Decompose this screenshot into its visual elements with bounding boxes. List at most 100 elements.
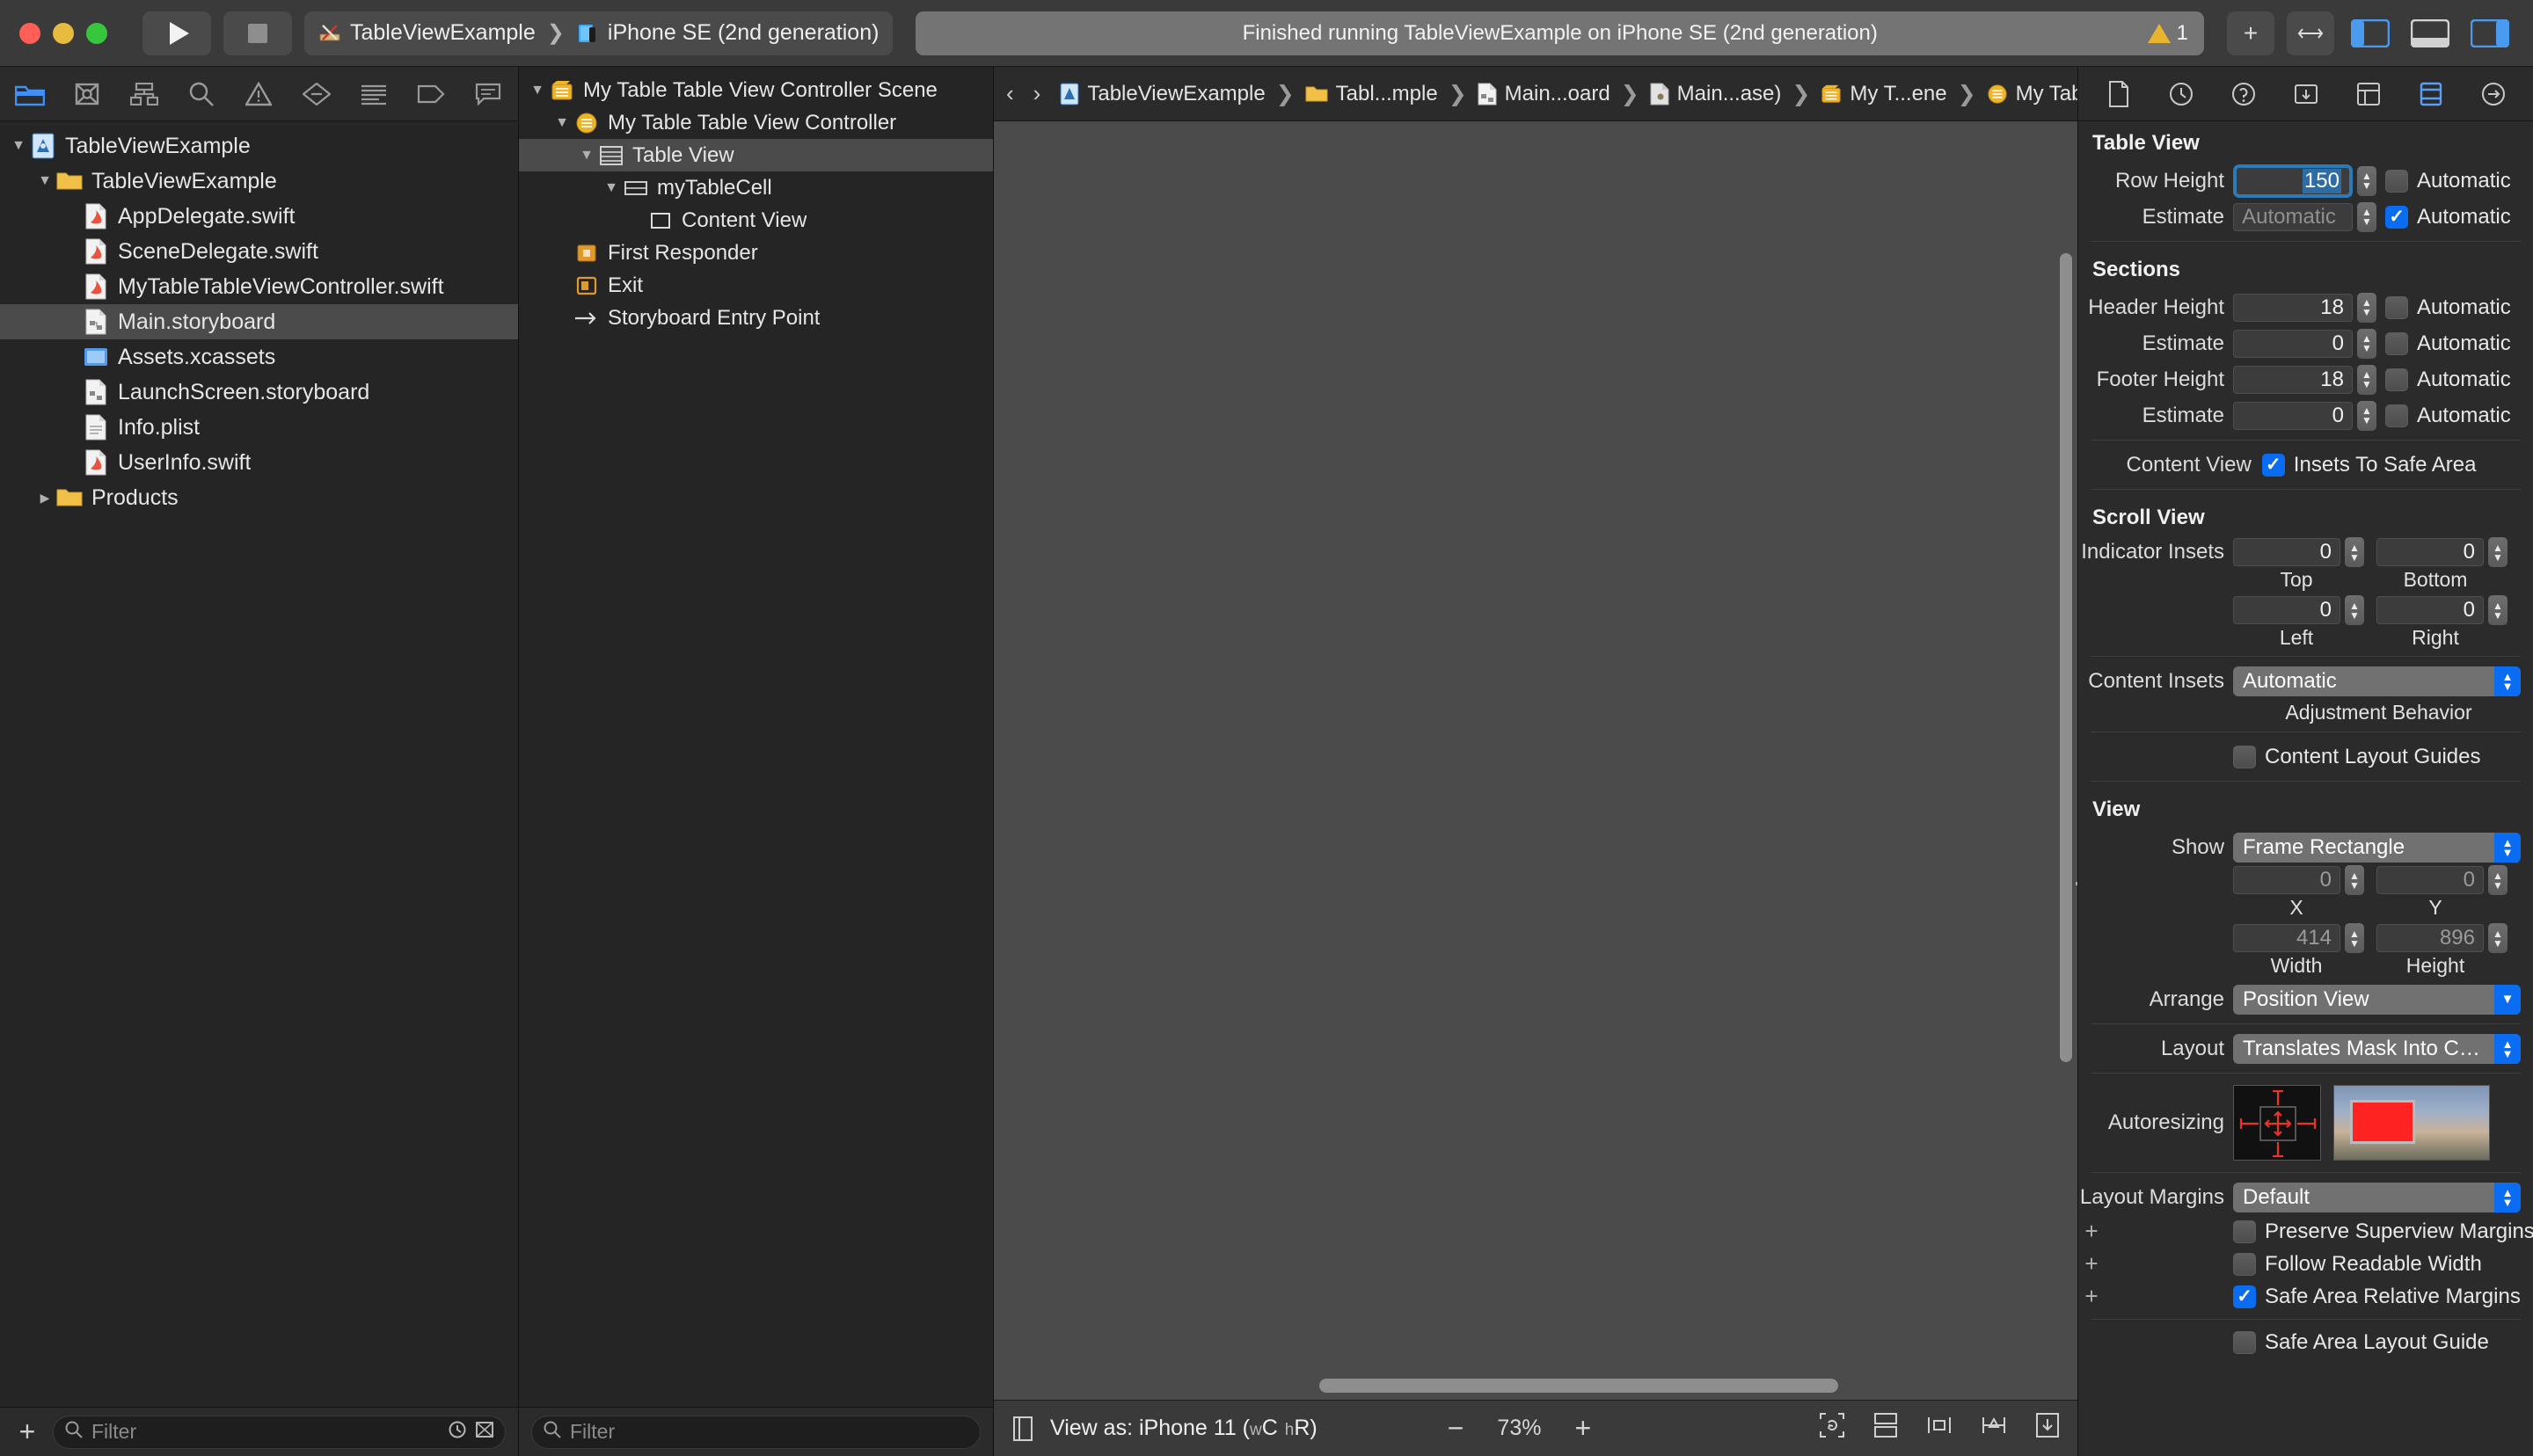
row-height-stepper[interactable]: ▲ ▼ [2357, 165, 2376, 196]
indicator-top-input[interactable]: 0 [2233, 538, 2340, 566]
tree-row-file[interactable]: AppDelegate.swift [0, 199, 518, 234]
canvas-hscroll-thumb[interactable] [1319, 1379, 1838, 1393]
outline-row-contentview[interactable]: Content View [519, 204, 993, 237]
header-height-automatic-wrap[interactable]: Automatic [2385, 295, 2511, 320]
zoom-out-button[interactable]: − [1448, 1412, 1464, 1445]
nav-tab-tags[interactable] [414, 77, 449, 111]
outline-row-scene[interactable]: ▼ My Table Table View Controller Scene [519, 74, 993, 106]
disclosure-triangle-icon[interactable]: ▼ [551, 115, 573, 131]
safe-area-layout-guide-checkbox[interactable] [2233, 1330, 2256, 1354]
outline-row-exit[interactable]: Exit [519, 269, 993, 302]
preserve-superview-margins-checkbox[interactable] [2233, 1219, 2256, 1243]
breadcrumb-item-3[interactable]: Main...ase) [1650, 82, 1781, 106]
outline-row-cell[interactable]: ▼ myTableCell [519, 171, 993, 204]
breadcrumb-item-5[interactable]: My Table Table View Controller [1987, 82, 2077, 106]
breadcrumb-item-0[interactable]: TableViewExample [1060, 82, 1266, 106]
add-constraint-plus-icon[interactable]: + [2078, 1218, 2105, 1245]
disclosure-triangle-icon[interactable]: ▼ [575, 148, 598, 164]
nav-tab-project[interactable] [12, 77, 47, 111]
frame-width-input[interactable]: 414 [2233, 924, 2340, 952]
footer-height-stepper[interactable]: ▲ ▼ [2357, 364, 2376, 395]
project-file-tree[interactable]: ▼ TableViewExample ▼ TableViewExample Ap… [0, 121, 518, 1407]
header-estimate-input[interactable]: 0 [2233, 329, 2353, 358]
row-height-input[interactable]: 150 [2233, 164, 2353, 198]
indicator-bottom-stepper[interactable]: ▲ ▼ [2488, 537, 2507, 567]
add-editor-button[interactable]: + [2227, 11, 2274, 55]
footer-estimate-automatic-wrap[interactable]: Automatic [2385, 404, 2511, 428]
add-file-button[interactable]: + [12, 1416, 42, 1448]
device-variants-button[interactable] [1011, 1416, 1034, 1442]
estimate-input[interactable]: Automatic [2233, 202, 2353, 231]
breadcrumb-item-1[interactable]: Tabl...mple [1305, 82, 1438, 106]
indicator-right-input[interactable]: 0 [2376, 596, 2484, 624]
inspector-tab-help[interactable] [2226, 77, 2261, 111]
frame-x-input[interactable]: 0 [2233, 866, 2340, 894]
header-height-automatic-checkbox[interactable] [2385, 295, 2408, 319]
footer-estimate-stepper[interactable]: ▲ ▼ [2357, 400, 2376, 431]
frame-height-stepper[interactable]: ▲ ▼ [2488, 923, 2507, 953]
add-constraint-plus-icon[interactable]: + [2078, 1250, 2105, 1278]
toggle-navigator-button[interactable] [2347, 11, 2394, 55]
frame-x-stepper[interactable]: ▲ ▼ [2345, 865, 2364, 895]
toggle-debug-area-button[interactable] [2406, 11, 2454, 55]
recent-files-icon[interactable] [448, 1420, 467, 1445]
row-height-automatic-checkbox-wrap[interactable]: Automatic [2385, 169, 2511, 193]
nav-tab-find[interactable] [185, 77, 219, 111]
indicator-left-input[interactable]: 0 [2233, 596, 2340, 624]
outline-row-entry-point[interactable]: Storyboard Entry Point [519, 302, 993, 334]
insets-to-safe-area-checkbox[interactable] [2261, 453, 2285, 477]
inspector-tab-size[interactable] [2413, 77, 2449, 111]
disclosure-triangle-icon[interactable]: ▼ [33, 173, 56, 189]
stop-button[interactable] [223, 11, 292, 55]
add-constraint-plus-icon[interactable]: + [2078, 1283, 2105, 1310]
show-popup[interactable]: Frame Rectangle ▲ ▼ [2233, 832, 2521, 863]
tree-row-file[interactable]: UserInfo.swift [0, 445, 518, 480]
header-estimate-stepper[interactable]: ▲ ▼ [2357, 328, 2376, 359]
nav-tab-comments[interactable] [471, 77, 506, 111]
estimate-automatic-checkbox-wrap[interactable]: Automatic [2385, 205, 2511, 229]
footer-estimate-automatic-checkbox[interactable] [2385, 404, 2408, 427]
view-as-label[interactable]: View as: iPhone 11 (wC hR) [1050, 1416, 1318, 1441]
layout-margins-popup[interactable]: Default ▲ ▼ [2233, 1182, 2521, 1212]
tree-row-file[interactable]: Info.plist [0, 410, 518, 445]
content-layout-guides-checkbox[interactable] [2233, 745, 2256, 768]
tree-row-file[interactable]: MyTableTableViewController.swift [0, 269, 518, 304]
disclosure-triangle-icon[interactable]: ▼ [526, 83, 549, 98]
follow-readable-width-checkbox[interactable] [2233, 1252, 2256, 1276]
warning-indicator[interactable]: 1 [2147, 21, 2188, 46]
nav-tab-source-control[interactable] [69, 77, 104, 111]
outline-filter-field[interactable]: Filter [531, 1415, 981, 1449]
disclosure-triangle-icon[interactable]: ▶ [33, 491, 56, 506]
add-constraints-button[interactable] [1981, 1412, 2007, 1445]
frame-height-input[interactable]: 896 [2376, 924, 2484, 952]
canvas-horizontal-scrollbar[interactable] [994, 1379, 2077, 1393]
header-estimate-automatic-wrap[interactable]: Automatic [2385, 331, 2511, 356]
content-insets-popup[interactable]: Automatic ▲ ▼ [2233, 666, 2521, 696]
tree-row-group[interactable]: ▼ TableViewExample [0, 164, 518, 199]
canvas-vertical-scrollbar[interactable] [2060, 253, 2072, 1062]
storyboard-canvas[interactable]: 9:41 PROTOTYPE CELLS Table View Prototyp… [994, 121, 2077, 1400]
footer-height-automatic-wrap[interactable]: Automatic [2385, 368, 2511, 392]
row-height-automatic-checkbox[interactable] [2385, 169, 2408, 193]
nav-tab-issues[interactable] [242, 77, 276, 111]
navigator-filter-field[interactable]: Filter [53, 1415, 506, 1449]
header-height-stepper[interactable]: ▲ ▼ [2357, 292, 2376, 323]
align-button[interactable] [1926, 1412, 1953, 1445]
minimize-window-button[interactable] [53, 22, 74, 44]
indicator-left-stepper[interactable]: ▲ ▼ [2345, 595, 2364, 625]
zoom-in-button[interactable]: + [1574, 1412, 1591, 1445]
indicator-top-stepper[interactable]: ▲ ▼ [2345, 537, 2364, 567]
header-estimate-automatic-checkbox[interactable] [2385, 331, 2408, 355]
footer-height-automatic-checkbox[interactable] [2385, 368, 2408, 391]
footer-height-input[interactable]: 18 [2233, 365, 2353, 394]
nav-tab-reports[interactable] [356, 77, 391, 111]
layout-popup[interactable]: Translates Mask Into Con… ▲ ▼ [2233, 1033, 2521, 1064]
back-icon[interactable]: ‹ [1006, 80, 1014, 107]
editor-options-button[interactable] [2287, 11, 2334, 55]
activity-status-bar[interactable]: Finished running TableViewExample on iPh… [916, 11, 2204, 55]
footer-estimate-input[interactable]: 0 [2233, 401, 2353, 430]
outline-row-viewcontroller[interactable]: ▼ My Table Table View Controller [519, 106, 993, 139]
inspector-tab-identity[interactable] [2288, 77, 2324, 111]
inspector-tab-history[interactable] [2164, 77, 2199, 111]
indicator-right-stepper[interactable]: ▲ ▼ [2488, 595, 2507, 625]
